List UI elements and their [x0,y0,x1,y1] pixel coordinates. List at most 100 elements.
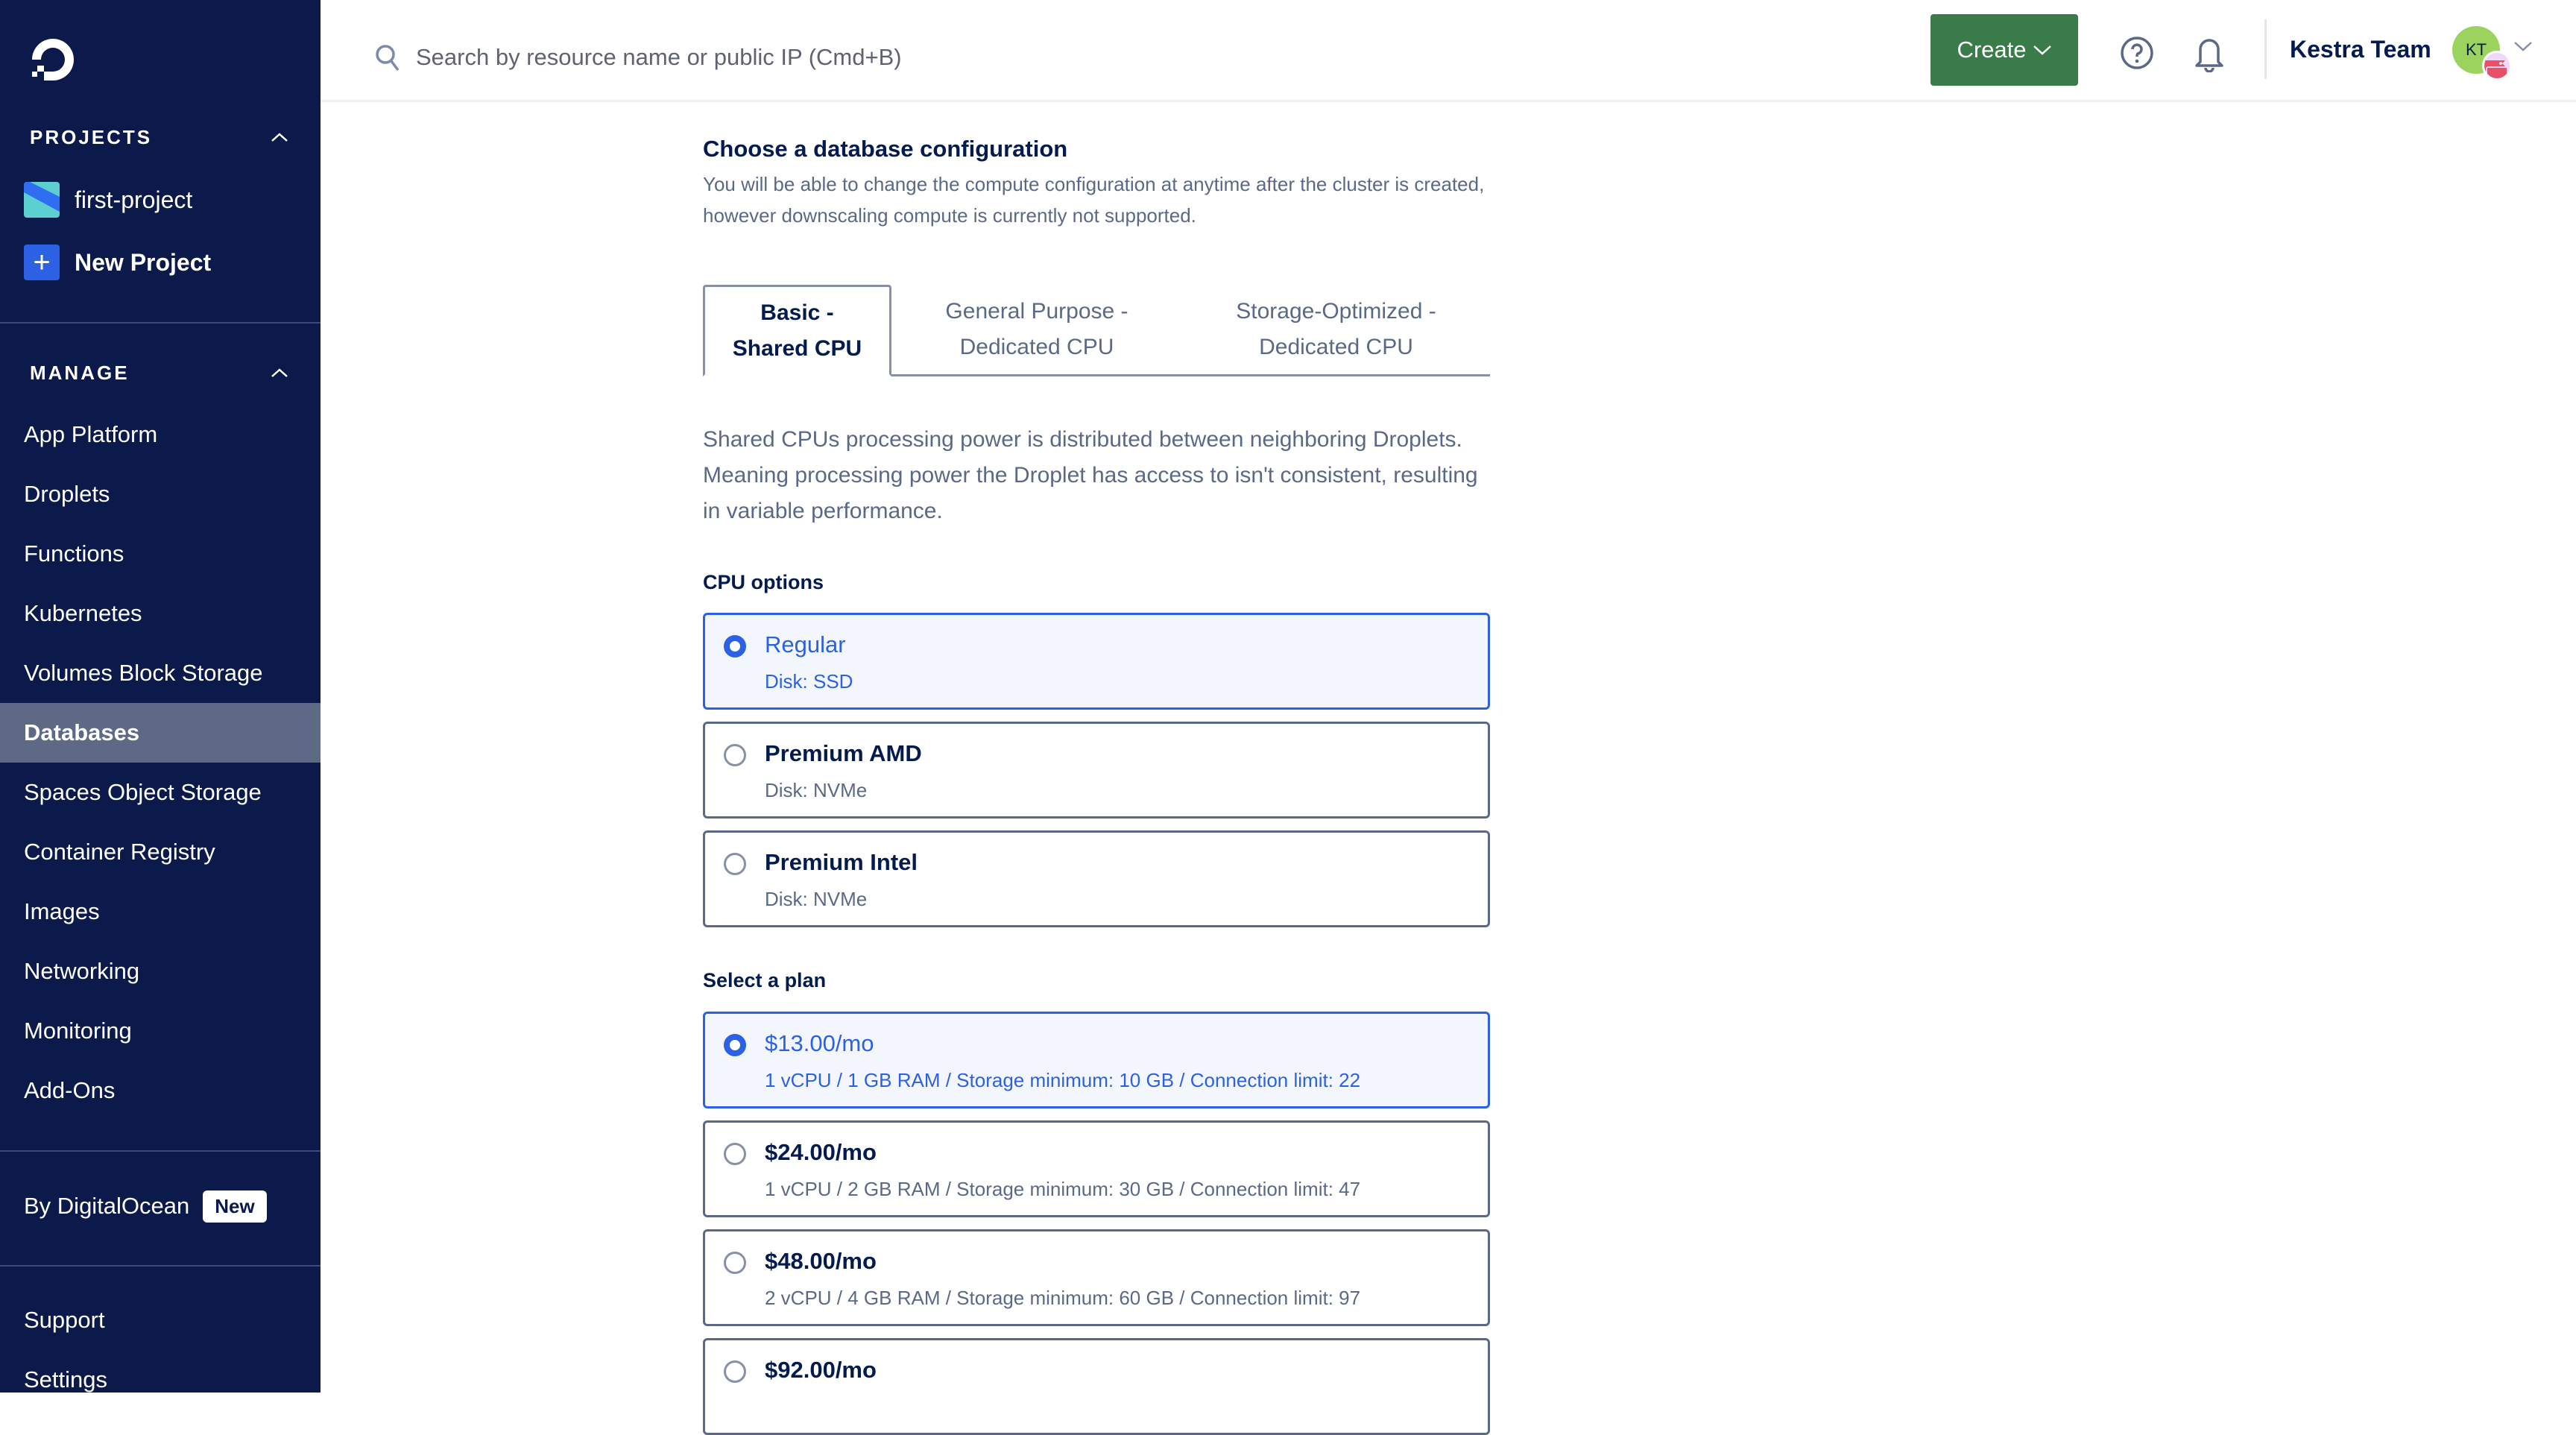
option-subtitle: Disk: SSD [765,670,853,693]
plan-price: $24.00/mo [765,1139,877,1165]
sidebar-item-networking[interactable]: Networking [0,942,321,1001]
sidebar-item-images[interactable]: Images [0,882,321,942]
tab-basic-shared-cpu[interactable]: Basic - Shared CPU [703,285,891,376]
tab-label-line2: Dedicated CPU [959,335,1114,359]
sidebar-item-label: Monitoring [24,1018,132,1044]
sidebar-item-settings[interactable]: Settings [0,1350,321,1410]
cpu-option-regular[interactable]: Regular Disk: SSD [703,613,1490,710]
chevron-up-icon[interactable] [268,362,291,384]
project-icon [24,182,60,218]
new-project-label: New Project [75,248,212,276]
plan-specs: 1 vCPU / 1 GB RAM / Storage minimum: 10 … [765,1069,1361,1091]
plan-option[interactable]: $24.00/mo 1 vCPU / 2 GB RAM / Storage mi… [703,1120,1490,1217]
team-avatar-badge-icon [2482,51,2512,81]
radio-unselected-icon[interactable] [724,744,746,766]
project-item-first-project[interactable]: first-project [24,182,192,218]
radio-unselected-icon[interactable] [724,853,746,875]
sidebar-item-label: Add-Ons [24,1077,116,1103]
radio-unselected-icon[interactable] [724,1252,746,1274]
sidebar-item-databases[interactable]: Databases [0,703,321,763]
option-subtitle: Disk: NVMe [765,779,868,801]
digitalocean-logo-icon[interactable] [28,34,80,86]
new-project-button[interactable]: + New Project [24,245,211,280]
projects-heading: PROJECTS [30,125,153,148]
tab-label-line1: Basic - [760,300,834,325]
chevron-down-icon [2033,45,2051,55]
project-label: first-project [75,186,193,213]
create-label: Create [1957,37,2027,63]
sidebar-item-functions[interactable]: Functions [0,524,321,584]
radio-selected-icon[interactable] [724,635,746,657]
plan-price: $13.00/mo [765,1030,874,1056]
sidebar-item-volumes[interactable]: Volumes Block Storage [0,643,321,703]
sidebar-item-label: Support [24,1307,105,1333]
sidebar-item-label: Functions [24,540,124,567]
tab-label-line1: Storage-Optimized - [1236,299,1436,324]
sidebar-item-app-platform[interactable]: App Platform [0,405,321,464]
tab-label-line1: General Purpose - [945,299,1128,324]
tab-label-line2: Shared CPU [732,335,862,361]
notification-bell-icon[interactable] [2191,33,2228,73]
cpu-option-premium-amd[interactable]: Premium AMD Disk: NVMe [703,722,1490,819]
plan-specs: 1 vCPU / 2 GB RAM / Storage minimum: 30 … [765,1178,1361,1200]
sidebar-item-label: Container Registry [24,839,215,865]
option-subtitle: Disk: NVMe [765,888,868,910]
sidebar-item-support[interactable]: Support [0,1290,321,1350]
top-header: Create Kestra Team KT [321,0,2576,102]
sidebar-item-label: Kubernetes [24,600,142,626]
tab-label-line2: Dedicated CPU [1259,335,1413,359]
sidebar-item-droplets[interactable]: Droplets [0,464,321,524]
option-title: Premium Intel [765,849,918,875]
sidebar-item-label: Spaces Object Storage [24,779,262,805]
radio-selected-icon[interactable] [724,1034,746,1056]
team-name[interactable]: Kestra Team [2290,36,2431,63]
tab-storage-optimized[interactable]: Storage-Optimized - Dedicated CPU [1182,285,1490,374]
sidebar-divider [0,322,321,324]
cpu-type-tabs: Basic - Shared CPU General Purpose - Dedic… [703,285,1490,376]
plan-price: $92.00/mo [765,1357,877,1383]
sidebar-item-label: Databases [24,719,140,745]
tab-description: Shared CPUs processing power is distribu… [703,427,1478,523]
chevron-down-icon[interactable] [2512,39,2534,57]
section-subtitle: You will be able to change the compute c… [703,173,1485,227]
sidebar-item-spaces[interactable]: Spaces Object Storage [0,763,321,822]
help-icon[interactable] [2118,33,2156,73]
plus-icon: + [24,245,60,280]
sidebar-item-monitoring[interactable]: Monitoring [0,1001,321,1061]
sidebar-divider [0,1265,321,1267]
create-button[interactable]: Create [1931,14,2078,86]
search-input[interactable] [414,33,1088,82]
plan-price: $48.00/mo [765,1248,877,1274]
sidebar-item-label: Images [24,898,100,924]
chevron-up-icon[interactable] [268,126,291,148]
sidebar-item-label: App Platform [24,421,158,447]
cpu-options-label: CPU options [703,571,824,593]
cpu-option-premium-intel[interactable]: Premium Intel Disk: NVMe [703,830,1490,927]
radio-unselected-icon[interactable] [724,1143,746,1165]
plan-option[interactable]: $13.00/mo 1 vCPU / 1 GB RAM / Storage mi… [703,1012,1490,1108]
sidebar-item-label: Networking [24,958,140,984]
option-title: Premium AMD [765,740,922,766]
radio-unselected-icon[interactable] [724,1360,746,1383]
manage-section-header[interactable]: MANAGE [30,358,291,388]
manage-heading: MANAGE [30,361,130,384]
select-plan-label: Select a plan [703,969,827,991]
header-separator [2264,19,2267,79]
plan-option[interactable]: $48.00/mo 2 vCPU / 4 GB RAM / Storage mi… [703,1229,1490,1326]
option-title: Regular [765,631,846,657]
sidebar-item-kubernetes[interactable]: Kubernetes [0,584,321,643]
sidebar-item-label: Volumes Block Storage [24,660,263,686]
sidebar-item-container-registry[interactable]: Container Registry [0,822,321,882]
sidebar-item-add-ons[interactable]: Add-Ons [0,1061,321,1120]
sidebar-item-label: Settings [24,1366,108,1393]
sidebar-item-by-digitalocean[interactable]: By DigitalOcean New [0,1176,321,1236]
sidebar: PROJECTS first-project + New Project MAN… [0,0,321,1393]
sidebar-item-label: By DigitalOcean [24,1193,190,1219]
plan-specs: 2 vCPU / 4 GB RAM / Storage minimum: 60 … [765,1287,1361,1309]
plan-option[interactable]: $92.00/mo [703,1338,1490,1435]
sidebar-divider [0,1150,321,1152]
section-title: Choose a database configuration [703,136,1068,162]
projects-section-header[interactable]: PROJECTS [30,122,291,152]
sidebar-item-label: Droplets [24,481,110,507]
tab-general-purpose[interactable]: General Purpose - Dedicated CPU [891,285,1182,374]
